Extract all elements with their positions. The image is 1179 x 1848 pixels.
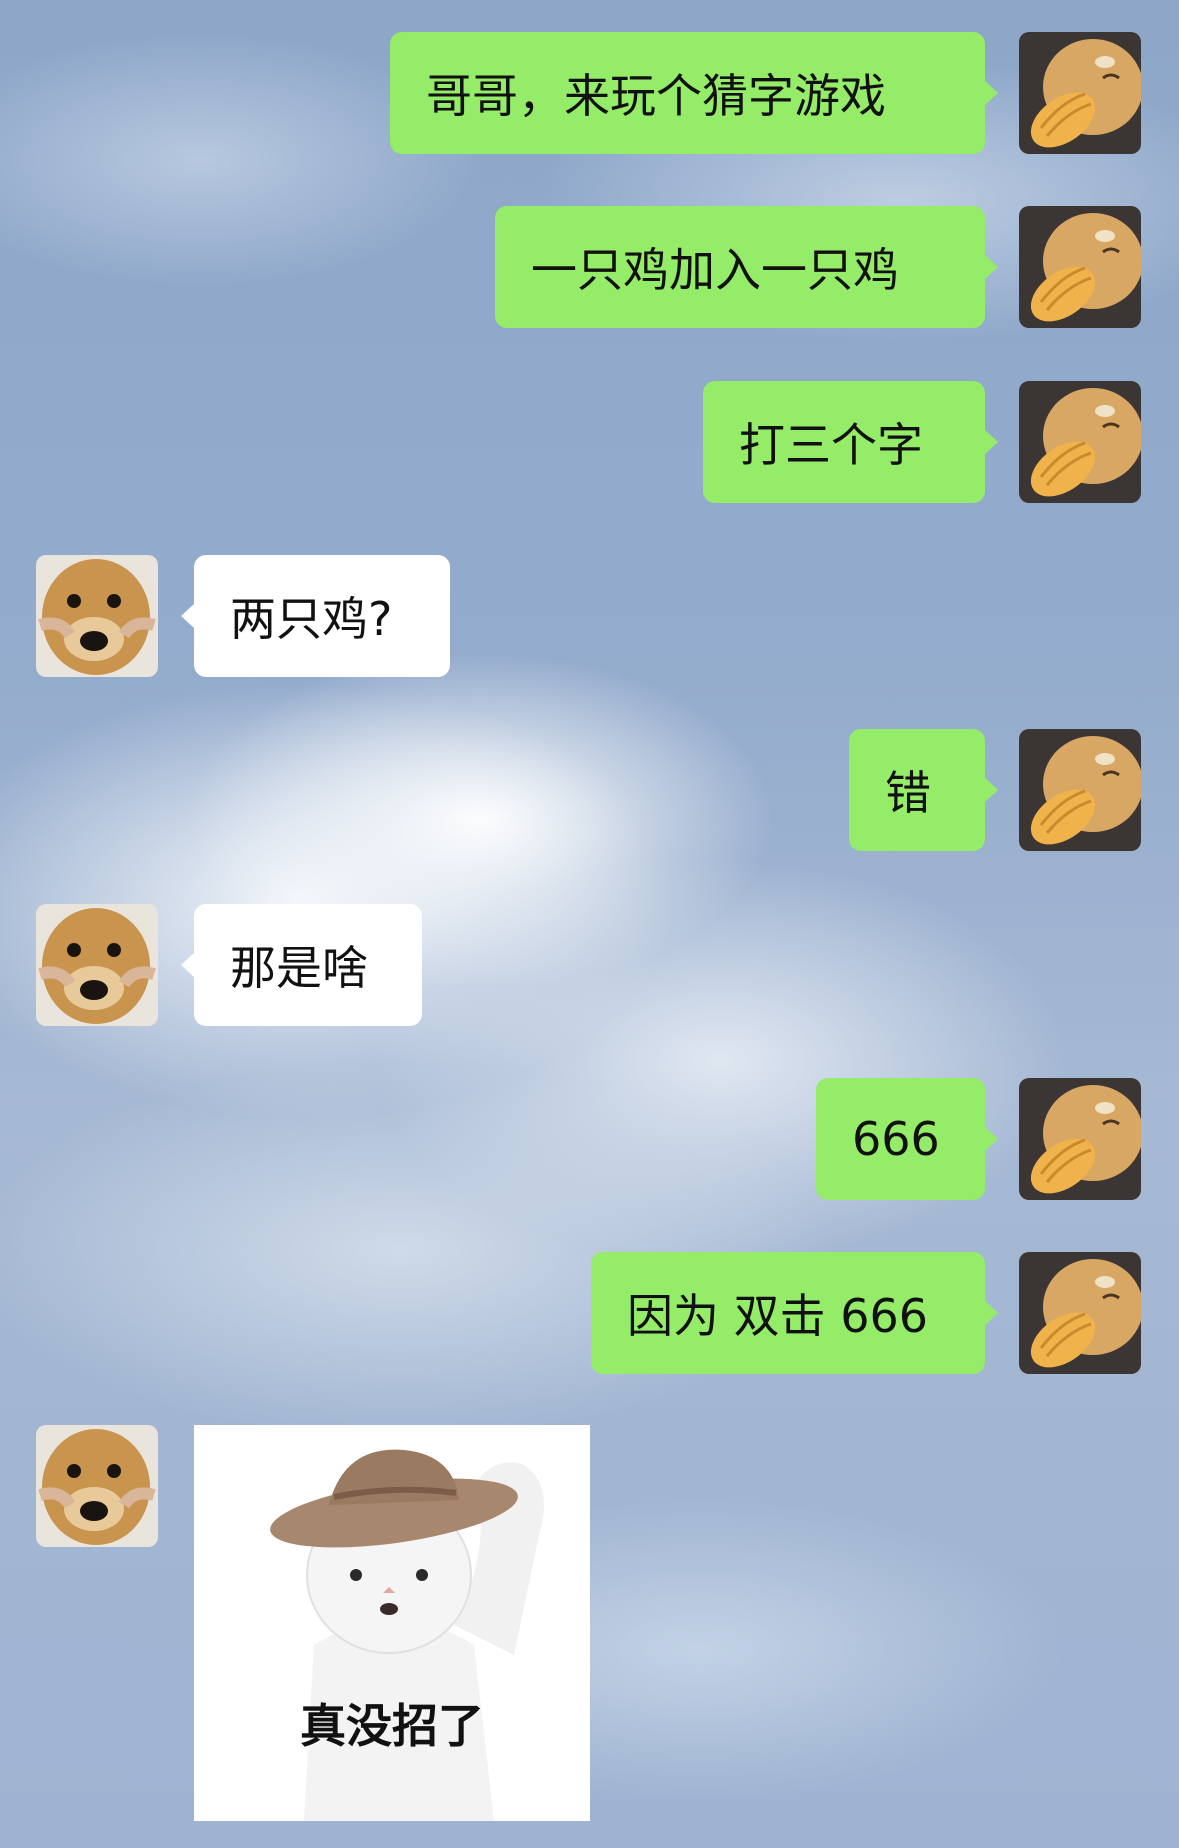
message-bubble-outgoing[interactable]: 错 <box>849 729 998 851</box>
message-text: 666 <box>852 1112 940 1166</box>
message-text: 因为 双击 666 <box>627 1289 929 1343</box>
self-avatar[interactable] <box>1019 1252 1141 1374</box>
self-avatar[interactable] <box>1019 729 1141 851</box>
cat-with-bread-avatar-icon <box>1019 1252 1141 1374</box>
contact-avatar[interactable] <box>36 555 158 677</box>
sticker-message[interactable]: 真没招了 <box>194 1425 590 1821</box>
message-bubble-outgoing[interactable]: 因为 双击 666 <box>591 1252 998 1374</box>
self-avatar[interactable] <box>1019 206 1141 328</box>
message-bubble-outgoing[interactable]: 一只鸡加入一只鸡 <box>495 206 998 328</box>
dog-face-avatar-icon <box>36 1425 158 1547</box>
self-avatar[interactable] <box>1019 1078 1141 1200</box>
message-bubble-outgoing[interactable]: 哥哥，来玩个猜字游戏 <box>390 32 998 154</box>
self-avatar[interactable] <box>1019 32 1141 154</box>
cat-with-bread-avatar-icon <box>1019 1078 1141 1200</box>
contact-avatar[interactable] <box>36 1425 158 1547</box>
contact-avatar[interactable] <box>36 904 158 1026</box>
self-avatar[interactable] <box>1019 381 1141 503</box>
cat-with-bread-avatar-icon <box>1019 729 1141 851</box>
message-text: 错 <box>885 766 931 820</box>
message-text: 两只鸡? <box>230 592 393 646</box>
cowboy-cat-sticker-icon <box>194 1425 590 1821</box>
message-text: 那是啥 <box>230 941 368 995</box>
sticker-caption: 真没招了 <box>300 1699 484 1753</box>
message-bubble-incoming[interactable]: 那是啥 <box>181 904 422 1026</box>
dog-face-avatar-icon <box>36 904 158 1026</box>
message-bubble-outgoing[interactable]: 打三个字 <box>703 381 998 503</box>
cat-with-bread-avatar-icon <box>1019 381 1141 503</box>
message-bubble-incoming[interactable]: 两只鸡? <box>181 555 450 677</box>
cat-with-bread-avatar-icon <box>1019 32 1141 154</box>
message-text: 一只鸡加入一只鸡 <box>531 243 899 297</box>
message-text: 打三个字 <box>739 418 923 472</box>
message-bubble-outgoing[interactable]: 666 <box>816 1078 998 1200</box>
dog-face-avatar-icon <box>36 555 158 677</box>
cat-with-bread-avatar-icon <box>1019 206 1141 328</box>
message-text: 哥哥，来玩个猜字游戏 <box>426 69 886 123</box>
